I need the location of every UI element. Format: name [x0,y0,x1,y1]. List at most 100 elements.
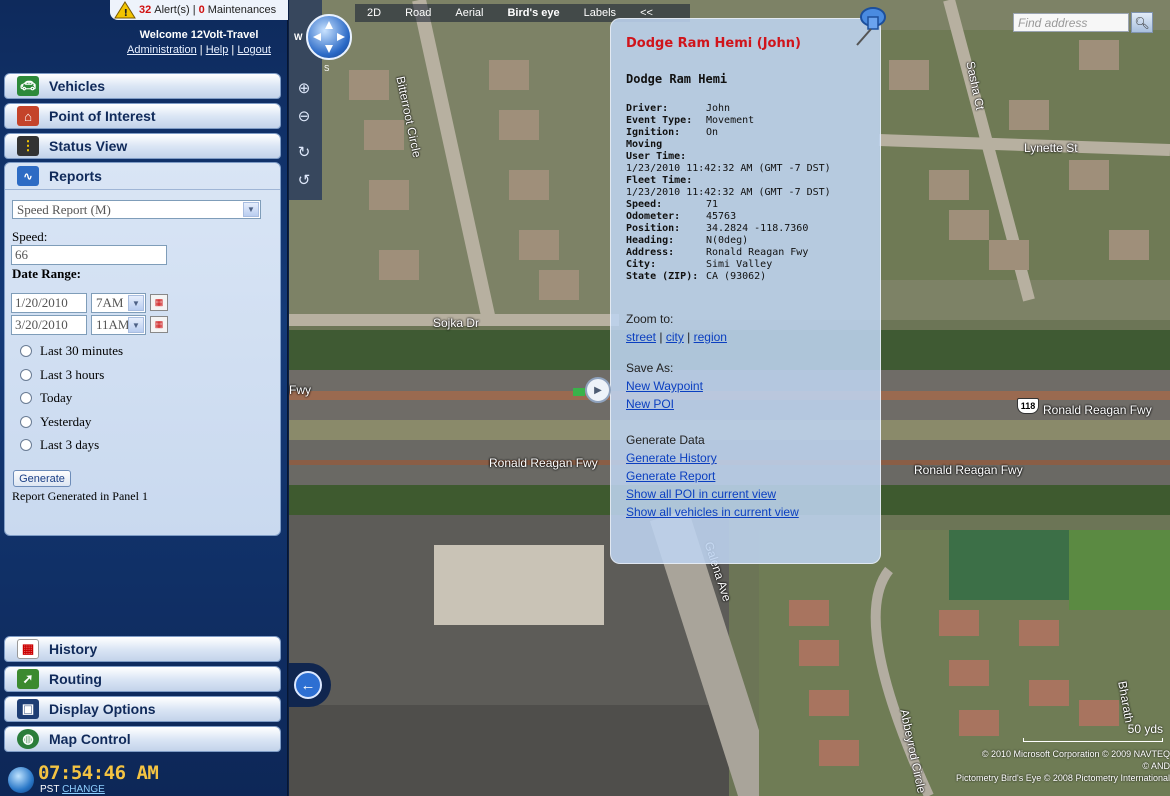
report-type-value: Speed Report (M) [17,201,111,217]
logout-link[interactable]: Logout [237,44,271,56]
nav-map-control[interactable]: ◍ Map Control [4,726,281,752]
nav-reports[interactable]: ∿ Reports [5,163,280,190]
display-icon: ▣ [17,699,39,719]
nav-routing[interactable]: ➚ Routing [4,666,281,692]
nav-status-view[interactable]: ⋮ Status View [4,133,281,159]
calendar-icon[interactable]: ▦ [150,316,168,333]
field-fleet-time-label: Fleet Time: [626,175,693,186]
scale-line [1023,738,1163,742]
find-address-input[interactable]: Find address [1013,13,1129,32]
maintenance-label[interactable]: Maintenances [208,4,277,16]
play-icon[interactable]: ▶ [585,377,611,403]
house-icon: ⌂ [17,106,39,126]
radio-button[interactable] [20,439,32,451]
road-label: Ronald Reagan Fwy [914,463,1023,477]
range-last-3-days[interactable]: Last 3 days [20,437,99,453]
to-time-value: 11AM [96,317,130,332]
alert-label[interactable]: Alert(s) [154,4,189,16]
tab-birds-eye[interactable]: Bird's eye [495,4,571,22]
nav-vehicles[interactable]: 🚗︎ Vehicles [4,73,281,99]
zoom-city-link[interactable]: city [666,330,684,344]
administration-link[interactable]: Administration [127,44,197,56]
chevron-down-icon: ▼ [128,317,144,333]
radio-button[interactable] [20,416,32,428]
zoom-region-link[interactable]: region [694,330,727,344]
to-time-select[interactable]: 11AM ▼ [91,315,146,335]
range-yesterday[interactable]: Yesterday [20,414,91,430]
nav-history[interactable]: ▦ History [4,636,281,662]
sidebar: ! 32 Alert(s) | 0 Maintenances Welcome 1… [0,0,288,796]
new-poi-link[interactable]: New POI [626,397,674,411]
vehicle-info-popup: Dodge Ram Hemi (John) Dodge Ram Hemi Dri… [585,7,886,564]
field-ignition: Ignition: On [626,127,719,138]
nav-label: Map Control [49,731,131,747]
globe-clock-icon [8,767,34,793]
nav-point-of-interest[interactable]: ⌂ Point of Interest [4,103,281,129]
nav-display-options[interactable]: ▣ Display Options [4,696,281,722]
speed-label: Speed: [12,229,48,244]
alert-count: 32 [139,4,152,16]
rotate-counterclockwise-icon[interactable]: ↺ [294,170,314,190]
field-odometer: Odometer: 45763 [626,211,737,222]
search-icon[interactable]: 🔍︎ [1131,12,1153,33]
from-time-select[interactable]: 7AM ▼ [91,293,146,313]
new-waypoint-link[interactable]: New Waypoint [626,379,703,393]
field-user-time-label: User Time: [626,151,687,162]
timezone-label: PST [40,784,60,795]
compass-west-label: W [294,32,303,42]
chart-icon: ∿ [17,166,39,186]
calendar-icon[interactable]: ▦ [150,294,168,311]
field-state-zip: State (ZIP): CA (93062) [626,271,767,282]
radio-button[interactable] [20,392,32,404]
tab-aerial[interactable]: Aerial [443,4,495,22]
report-type-select[interactable]: Speed Report (M) ▼ [12,200,261,219]
range-last-30-minutes[interactable]: Last 30 minutes [20,343,123,359]
zoom-in-icon[interactable]: ⊕ [294,78,314,98]
app-root: Fwy Ronald Reagan Fwy Ronald Reagan Fwy … [0,0,1170,796]
car-icon: 🚗︎ [17,76,39,96]
maintenance-count: 0 [198,4,205,16]
nav-label: Routing [49,671,102,687]
radio-label: Last 30 minutes [40,343,124,358]
tab-2d[interactable]: 2D [355,4,393,22]
reports-panel: ∿ Reports Speed Report (M) ▼ Speed: 66 D… [4,162,281,536]
help-link[interactable]: Help [206,44,229,56]
tab-road[interactable]: Road [393,4,443,22]
zoom-out-icon[interactable]: ⊖ [294,106,314,126]
generate-report-link[interactable]: Generate Report [626,469,715,483]
show-all-vehicles-link[interactable]: Show all vehicles in current view [626,505,799,519]
collapse-panel-button[interactable]: ← [289,663,331,707]
range-today[interactable]: Today [20,390,72,406]
zoom-street-link[interactable]: street [626,330,656,344]
alert-bar[interactable]: ! 32 Alert(s) | 0 Maintenances [110,0,288,20]
traffic-light-icon: ⋮ [17,136,39,156]
road-label: Fwy [289,383,311,397]
compass-pan-control[interactable]: W S [294,14,352,73]
nav-label: Reports [49,168,102,184]
show-all-poi-link[interactable]: Show all POI in current view [626,487,776,501]
radio-button[interactable] [20,369,32,381]
road-label: Ronald Reagan Fwy [489,456,598,470]
radio-label: Last 3 days [40,437,100,452]
from-time-value: 7AM [96,295,124,310]
rotate-clockwise-icon[interactable]: ↻ [294,142,314,162]
scale-label: 50 yds [1127,722,1163,736]
compass-south-label: S [324,64,330,73]
field-moving: Moving [626,139,663,150]
zoom-to-label: Zoom to: [626,312,674,326]
generate-history-link[interactable]: Generate History [626,451,717,465]
pan-arrows-icon [313,21,345,53]
pushpin-icon[interactable] [851,3,889,47]
route-icon: ➚ [17,669,39,689]
field-position: Position: 34.2824 -118.7360 [626,223,809,234]
field-event-type: Event Type: Movement [626,115,755,126]
calendar-icon: ▦ [17,639,39,659]
speed-input[interactable]: 66 [11,245,167,265]
generate-button[interactable]: Generate [13,470,71,487]
to-date-input[interactable]: 3/20/2010 [11,315,87,335]
report-status: Report Generated in Panel 1 [12,489,148,503]
range-last-3-hours[interactable]: Last 3 hours [20,367,104,383]
change-timezone-link[interactable]: CHANGE [62,784,105,795]
from-date-input[interactable]: 1/20/2010 [11,293,87,313]
radio-button[interactable] [20,345,32,357]
